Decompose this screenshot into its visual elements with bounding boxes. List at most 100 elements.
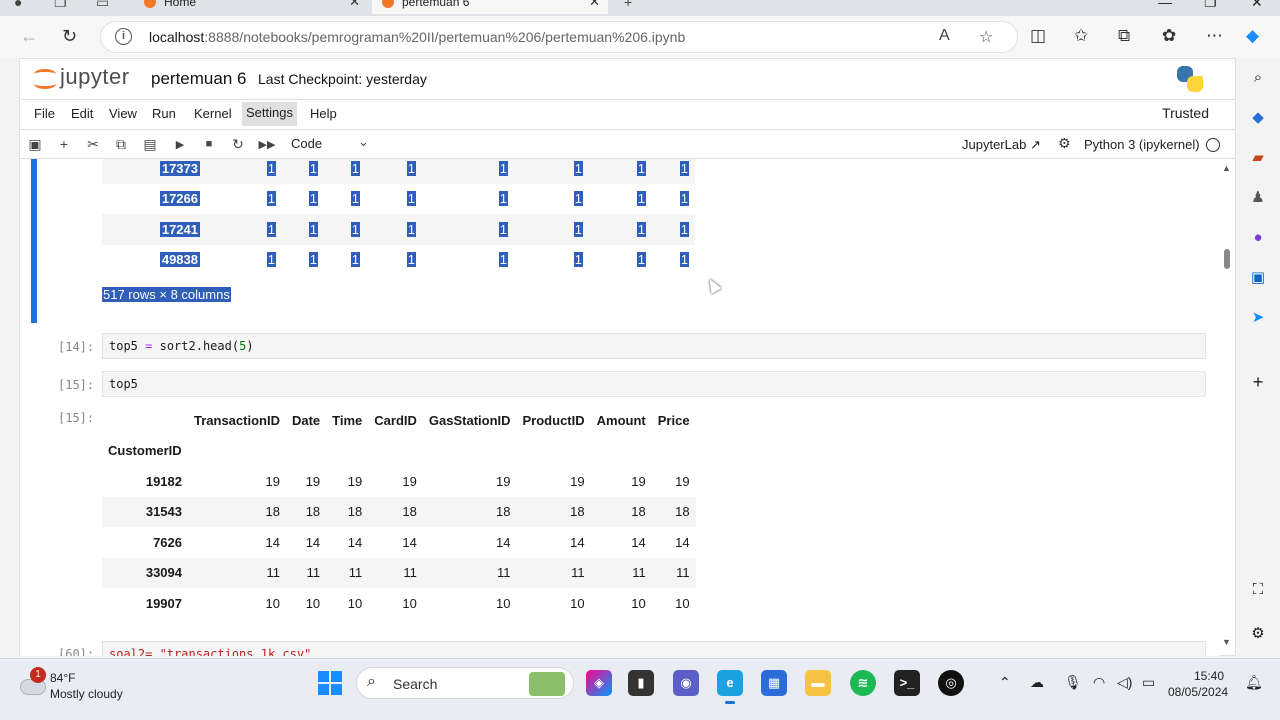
notification-badge: 1: [30, 667, 46, 683]
sidebar-screenshot-icon[interactable]: ⛶: [1248, 580, 1268, 600]
row-index: 17241: [102, 214, 206, 245]
jupyter-logo-text[interactable]: jupyter: [60, 64, 130, 90]
sidebar-office-icon[interactable]: ●: [1248, 228, 1268, 248]
close-tab-icon[interactable]: ✕: [349, 0, 360, 14]
favorites-icon[interactable]: ✩: [1074, 26, 1088, 46]
chevron-down-icon[interactable]: ⌄: [358, 134, 369, 150]
taskbar-search[interactable]: ⌕ Search: [356, 667, 574, 699]
table-cell: 1: [206, 245, 282, 276]
workspaces-icon[interactable]: ❐: [54, 0, 67, 11]
terminal-icon[interactable]: >_: [894, 670, 920, 696]
edge-browser-icon[interactable]: e: [717, 670, 743, 704]
copilot-icon[interactable]: ◆: [1246, 26, 1259, 46]
maximize-icon[interactable]: ❐: [1204, 0, 1217, 11]
restart-run-all-icon[interactable]: ▶▶: [258, 138, 276, 151]
jupyter-logo-icon[interactable]: [34, 65, 56, 93]
store-icon[interactable]: ▦: [761, 670, 787, 696]
sidebar-outlook-icon[interactable]: ▣: [1248, 268, 1268, 288]
teams-icon[interactable]: ◉: [673, 670, 699, 696]
task-view-icon[interactable]: ▮: [628, 670, 654, 696]
tab-actions-icon[interactable]: ▭: [96, 0, 109, 11]
table-row: 17266 1 1 1 1 1 1 1 1: [102, 184, 695, 215]
menu-view[interactable]: View: [105, 106, 141, 121]
code-cell[interactable]: soal2= "transactions_1k.csv": [102, 641, 1206, 656]
read-aloud-icon[interactable]: A: [939, 27, 950, 45]
split-screen-icon[interactable]: ◫: [1030, 26, 1046, 46]
sidebar-search-icon[interactable]: ⌕: [1248, 68, 1268, 88]
url-field[interactable]: i localhost:8888/notebooks/pemrograman%2…: [100, 21, 1018, 53]
sidebar-shopping-icon[interactable]: ◆: [1248, 108, 1268, 128]
notebook-title[interactable]: pertemuan 6: [151, 69, 246, 89]
kernel-name[interactable]: Python 3 (ipykernel): [1084, 137, 1200, 152]
scrollbar-thumb[interactable]: [1224, 249, 1230, 269]
extensions-icon[interactable]: ✿: [1162, 26, 1176, 46]
url-text[interactable]: localhost:8888/notebooks/pemrograman%20I…: [149, 29, 685, 45]
refresh-icon[interactable]: ↻: [62, 26, 77, 47]
code-cell[interactable]: top5: [102, 371, 1206, 397]
onedrive-icon[interactable]: ☁: [1030, 674, 1044, 691]
active-cell-indicator[interactable]: [31, 159, 37, 323]
microphone-icon[interactable]: 🎙︎: [1064, 674, 1082, 691]
run-icon[interactable]: ▶: [171, 138, 189, 151]
tab-home[interactable]: Home ✕: [134, 0, 368, 14]
selected-dataframe-output[interactable]: 17373 1 1 1 1 1 1 1 1 17266 1 1 1 1 1 1 …: [102, 159, 695, 275]
system-clock[interactable]: 15:40 08/05/2024: [1168, 668, 1228, 700]
cell-text: 1: [573, 191, 583, 207]
sidebar-send-icon[interactable]: ➤: [1248, 308, 1268, 328]
windows-start-icon[interactable]: [318, 671, 342, 695]
index-name: CustomerID: [108, 443, 182, 459]
cell-text: 1: [636, 221, 646, 237]
sidebar-tools-icon[interactable]: ▰: [1248, 148, 1268, 168]
menu-file[interactable]: File: [30, 106, 59, 121]
more-menu-icon[interactable]: ⋯: [1206, 26, 1223, 46]
column-header: TransactionID: [194, 412, 280, 428]
collections-icon[interactable]: ⧉: [1118, 26, 1130, 46]
table-cell: 19: [305, 473, 321, 489]
scroll-down-icon[interactable]: ▼: [1222, 637, 1231, 647]
taskbar-search-label: Search: [393, 676, 438, 692]
paste-icon[interactable]: ▤: [141, 136, 159, 153]
notebook-scrollbar[interactable]: ▲ ▼: [1222, 159, 1234, 655]
table-cell: 1: [206, 214, 282, 245]
file-explorer-icon[interactable]: ▬: [805, 670, 831, 696]
favorite-star-icon[interactable]: ☆: [979, 27, 993, 47]
insert-cell-icon[interactable]: +: [55, 136, 73, 152]
cut-icon[interactable]: ✂: [84, 136, 102, 153]
scroll-up-icon[interactable]: ▲: [1222, 163, 1231, 173]
spotify-icon[interactable]: ≋: [850, 670, 876, 696]
cell-type-select[interactable]: Code: [291, 136, 322, 151]
code-cell[interactable]: top5 = sort2.head(5): [102, 333, 1206, 359]
close-tab-icon[interactable]: ✕: [589, 0, 600, 14]
menu-edit[interactable]: Edit: [67, 106, 97, 121]
new-tab-icon[interactable]: +: [624, 0, 632, 10]
cell-prompt: [15]:: [58, 378, 95, 392]
battery-icon[interactable]: ▭: [1142, 674, 1155, 691]
cell-text: 1: [679, 221, 689, 237]
stop-icon[interactable]: ■: [200, 138, 218, 150]
notification-bell-icon[interactable]: 🔔︎: [1245, 674, 1263, 691]
jupyterlab-link[interactable]: JupyterLab ↗: [962, 137, 1041, 153]
menu-run[interactable]: Run: [148, 106, 180, 121]
show-hidden-icons[interactable]: ⌃: [999, 674, 1011, 691]
obs-icon[interactable]: ◎: [938, 670, 964, 696]
profile-icon[interactable]: ●: [14, 0, 22, 10]
menu-help[interactable]: Help: [306, 106, 341, 121]
menu-settings[interactable]: Settings: [242, 102, 297, 126]
site-info-icon[interactable]: i: [115, 28, 132, 45]
sidebar-games-icon[interactable]: ♟: [1248, 188, 1268, 208]
sidebar-settings-icon[interactable]: ⚙: [1248, 624, 1268, 644]
minimize-icon[interactable]: —: [1158, 0, 1172, 10]
volume-icon[interactable]: ◁): [1117, 674, 1132, 691]
wifi-icon[interactable]: ◠: [1093, 674, 1105, 691]
menu-kernel[interactable]: Kernel: [190, 106, 236, 121]
kernel-settings-icon[interactable]: ⚙: [1058, 135, 1071, 152]
copy-icon[interactable]: ⧉: [112, 136, 130, 153]
trusted-indicator[interactable]: Trusted: [1162, 105, 1209, 121]
close-window-icon[interactable]: ✕: [1251, 0, 1263, 11]
sidebar-add-icon[interactable]: +: [1248, 372, 1268, 392]
restart-icon[interactable]: ↻: [229, 136, 247, 153]
save-icon[interactable]: ▣: [26, 136, 44, 153]
copilot-app-icon[interactable]: ◈: [586, 670, 612, 696]
back-icon[interactable]: ←: [20, 26, 38, 47]
tab-pertemuan-6[interactable]: pertemuan 6 ✕: [372, 0, 608, 14]
